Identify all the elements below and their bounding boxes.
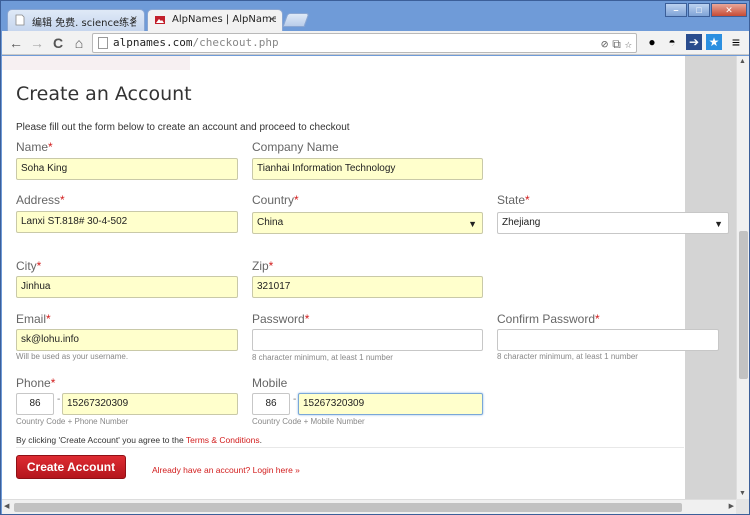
forward-button[interactable]: →: [27, 33, 47, 53]
block-icon[interactable]: ⊘: [601, 35, 608, 53]
alpnames-icon: [155, 16, 165, 24]
tab-2[interactable]: AlpNames | AlpNames | S ×: [147, 9, 283, 32]
page-icon: [98, 37, 108, 49]
vertical-scrollbar[interactable]: ▲ ▼: [736, 56, 749, 499]
password-hint: 8 character minimum, at least 1 number: [252, 353, 393, 362]
window-controls: – □ ✕: [665, 3, 747, 17]
tab-1[interactable]: 编辑 免费. science练名 - ×: [7, 9, 145, 31]
address-label: Address*: [16, 193, 65, 207]
tab-2-title: AlpNames | AlpNames | S: [172, 14, 276, 25]
mask-extension-icon[interactable]: ◓: [664, 34, 680, 50]
confirm-password-input[interactable]: [497, 329, 719, 351]
home-button[interactable]: ⌂: [69, 33, 89, 53]
state-value: Zhejiang: [502, 217, 541, 228]
mobile-dash: -: [293, 394, 297, 405]
email-input[interactable]: sk@lohu.info: [16, 329, 238, 351]
translate-icon[interactable]: ⧉: [612, 35, 621, 53]
reload-button[interactable]: C: [48, 33, 68, 53]
address-input[interactable]: Lanxi ST.818# 30-4-502: [16, 211, 238, 233]
name-label: Name*: [16, 140, 53, 154]
city-label: City*: [16, 259, 42, 273]
tab-strip: 编辑 免费. science练名 - × AlpNames | AlpNames…: [1, 1, 750, 32]
scroll-right-icon[interactable]: ▶: [729, 502, 734, 510]
omnibox-icons: ⊘ ⧉ ☆: [601, 35, 632, 53]
extension-icon[interactable]: ●: [644, 34, 660, 50]
country-value: China: [257, 217, 284, 228]
url-path: /checkout.php: [192, 36, 279, 49]
terms-link[interactable]: Terms & Conditions: [186, 435, 260, 445]
menu-icon[interactable]: ≡: [728, 34, 744, 50]
back-button[interactable]: ←: [6, 33, 26, 53]
horizontal-scroll-thumb[interactable]: [14, 503, 682, 512]
dropdown-arrow-icon: ▼: [714, 219, 723, 229]
password-input[interactable]: [252, 329, 483, 351]
login-link[interactable]: Already have an account? Login here »: [152, 465, 300, 475]
tab-1-title: 编辑 免费. science练名 -: [32, 18, 136, 29]
url-domain: alpnames.com: [113, 36, 193, 49]
browser-window: 编辑 免费. science练名 - × AlpNames | AlpNames…: [0, 0, 750, 515]
page-icon: [15, 14, 25, 26]
bookmark-star-icon[interactable]: ☆: [625, 35, 632, 53]
browser-toolbar: ← → C ⌂ alpnames.com/checkout.php ⊘ ⧉ ☆ …: [2, 31, 749, 55]
minimize-icon[interactable]: –: [665, 3, 687, 17]
star-extension-icon[interactable]: ★: [706, 34, 722, 50]
horizontal-scrollbar[interactable]: ◀ ▶: [2, 499, 736, 514]
state-select[interactable]: Zhejiang ▼: [497, 212, 729, 234]
confirm-password-hint: 8 character minimum, at least 1 number: [497, 352, 638, 361]
intro-text: Please fill out the form below to create…: [16, 122, 350, 133]
company-input[interactable]: Tianhai Information Technology: [252, 158, 483, 180]
password-label: Password*: [252, 312, 310, 326]
phone-label: Phone*: [16, 376, 56, 390]
scroll-up-icon[interactable]: ▲: [739, 58, 746, 65]
mobile-number-input[interactable]: 15267320309: [298, 393, 483, 415]
divider: [16, 447, 684, 448]
email-hint: Will be used as your username.: [16, 352, 129, 361]
vertical-scroll-thumb[interactable]: [739, 231, 748, 379]
email-label: Email*: [16, 312, 51, 326]
close-icon[interactable]: ×: [130, 14, 138, 25]
close-icon[interactable]: ×: [268, 14, 276, 25]
city-input[interactable]: Jinhua: [16, 276, 238, 298]
state-label: State*: [497, 193, 530, 207]
company-label: Company Name: [252, 140, 339, 154]
phone-number-input[interactable]: 15267320309: [62, 393, 238, 415]
page-viewport: Create an Account Please fill out the fo…: [2, 56, 736, 499]
scroll-left-icon[interactable]: ◀: [4, 502, 9, 510]
confirm-password-label: Confirm Password*: [497, 312, 600, 326]
scroll-down-icon[interactable]: ▼: [739, 490, 746, 497]
phone-hint: Country Code + Phone Number: [16, 417, 129, 426]
right-panel: [685, 56, 736, 499]
scrollbar-corner: [736, 499, 749, 514]
terms-text: By clicking 'Create Account' you agree t…: [16, 435, 262, 445]
dropdown-arrow-icon: ▼: [468, 219, 477, 229]
page-title: Create an Account: [16, 83, 192, 105]
name-input[interactable]: Soha King: [16, 158, 238, 180]
phone-country-code-input[interactable]: 86: [16, 393, 54, 415]
arrow-extension-icon[interactable]: ➔: [686, 34, 702, 50]
zip-input[interactable]: 321017: [252, 276, 483, 298]
phone-dash: -: [57, 394, 61, 405]
mobile-hint: Country Code + Mobile Number: [252, 417, 365, 426]
mobile-label: Mobile: [252, 376, 288, 390]
address-bar[interactable]: alpnames.com/checkout.php ⊘ ⧉ ☆: [92, 33, 637, 53]
mobile-country-code-input[interactable]: 86: [252, 393, 290, 415]
top-strip: [2, 56, 190, 70]
new-tab-button[interactable]: [282, 13, 310, 27]
zip-label: Zip*: [252, 259, 274, 273]
country-label: Country*: [252, 193, 299, 207]
country-select[interactable]: China ▼: [252, 212, 483, 234]
maximize-icon[interactable]: □: [688, 3, 710, 17]
create-account-button[interactable]: Create Account: [16, 455, 126, 479]
window-close-icon[interactable]: ✕: [711, 3, 747, 17]
